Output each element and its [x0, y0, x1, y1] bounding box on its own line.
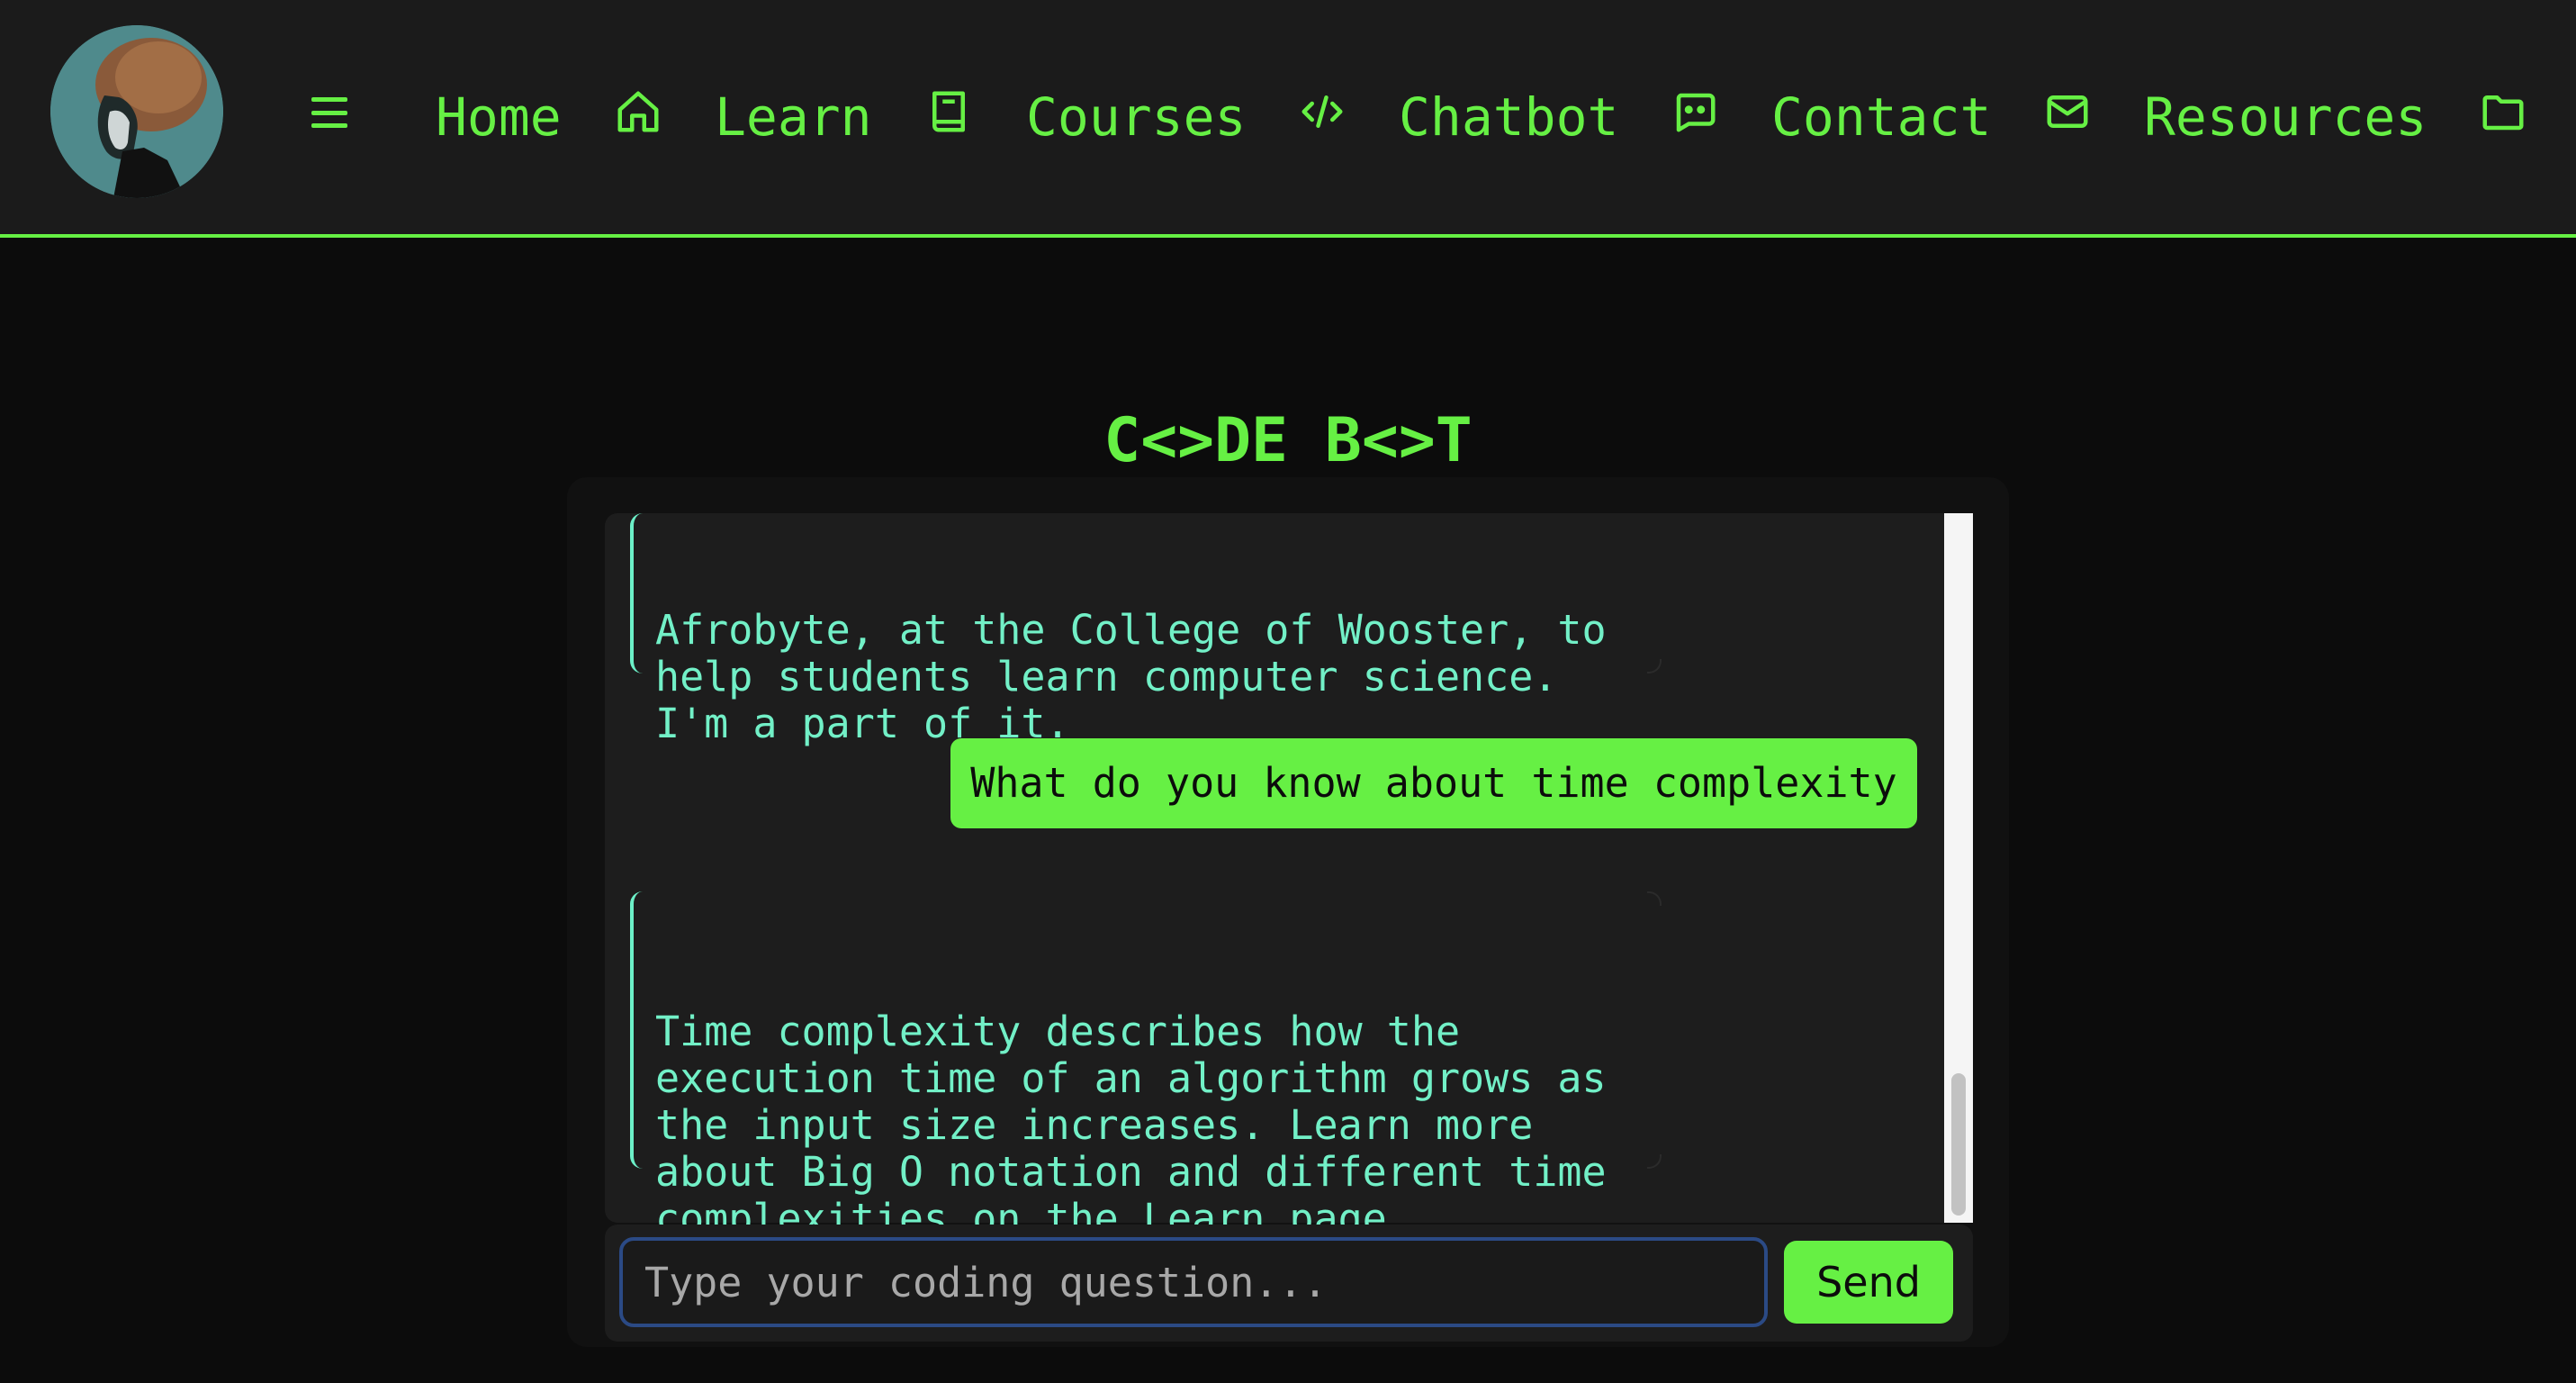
bot-message: Afrobyte, at the College of Wooster, to … — [630, 513, 1662, 747]
nav-home-label: Home — [436, 86, 562, 148]
nav-contact[interactable]: Contact — [1771, 83, 2092, 151]
chatbot-icon — [1677, 93, 1716, 132]
menu-toggle-icon[interactable] — [311, 97, 347, 128]
code-icon — [1302, 95, 1343, 128]
nav-learn[interactable]: Learn — [715, 83, 973, 151]
user-message: What do you know about time complexity — [950, 738, 1917, 828]
book-icon — [932, 91, 965, 132]
mail-icon — [2047, 95, 2088, 128]
send-button[interactable]: Send — [1784, 1241, 1953, 1324]
scrollbar-thumb[interactable] — [1951, 1073, 1966, 1216]
nav-home[interactable]: Home — [436, 83, 662, 151]
home-icon — [617, 91, 659, 132]
nav-chatbot[interactable]: Chatbot — [1399, 83, 1719, 151]
bot-message-text: Time complexity describes how the execut… — [655, 1008, 1607, 1243]
chat-scrollbar[interactable] — [1944, 513, 1973, 1223]
bot-message-text: Afrobyte, at the College of Wooster, to … — [655, 606, 1607, 747]
bot-message: Time complexity describes how the execut… — [630, 891, 1662, 1243]
folder-icon — [2482, 95, 2524, 131]
nav-resources[interactable]: Resources — [2144, 83, 2527, 151]
nav-contact-label: Contact — [1771, 86, 1992, 148]
nav-learn-label: Learn — [715, 86, 872, 148]
question-input[interactable] — [619, 1237, 1768, 1327]
navbar: Home Learn Courses Chatbot Contact Resou… — [0, 0, 2576, 238]
logo-portrait-image — [50, 25, 223, 198]
nav-chatbot-label: Chatbot — [1399, 86, 1619, 148]
logo[interactable] — [50, 25, 223, 198]
bubble-corner — [1647, 891, 1662, 906]
nav-courses-label: Courses — [1026, 86, 1247, 148]
nav-resources-label: Resources — [2144, 86, 2427, 148]
nav-courses[interactable]: Courses — [1026, 83, 1347, 151]
page-title: C<>DE B<>T — [1103, 405, 1473, 476]
